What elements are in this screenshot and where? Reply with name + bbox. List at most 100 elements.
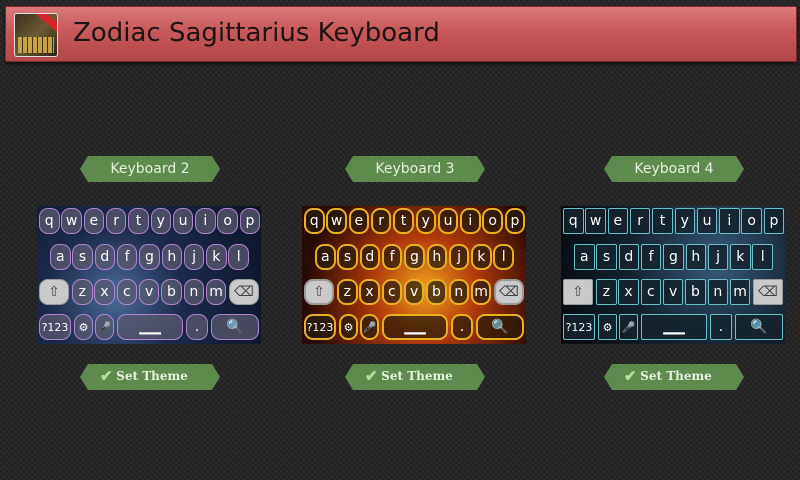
set-theme-button[interactable]: ✔ Set Theme [604,364,744,390]
key-n: n [707,279,728,305]
key-p: p [239,208,261,234]
set-theme-label: Set Theme [640,369,712,383]
keyboard-4-label: Keyboard 4 [604,156,744,182]
key-s: s [72,244,93,270]
backspace-key-icon: ⌫ [494,279,524,305]
key-c: c [116,279,138,305]
space-key: ▁▁ [382,314,448,340]
key-x: x [618,279,639,305]
keyboard-3-preview[interactable]: q w e r t y u i o p a s d f g h j k l ⇧ z x c v b n m ⌫ ?123 ⚙ 🎤 ▁▁. 🔍 [302,206,526,344]
key-i: i [195,208,216,234]
key-g: g [139,244,160,270]
set-theme-label: Set Theme [381,369,453,383]
key-a: a [574,244,595,270]
period-key: . [186,314,208,340]
search-key-icon: 🔍 [211,314,259,340]
key-n: n [183,279,204,305]
key-d: d [618,244,640,270]
key-x: x [94,279,115,305]
shift-key-icon: ⇧ [563,279,593,305]
keyboard-2-preview[interactable]: q w e r t y u i o p a s d f g h j k l ⇧ z x c v b n m ⌫ ?123 ⚙ 🎤 ▁▁. 🔍 [37,206,261,344]
key-h: h [426,244,447,270]
key-m: m [470,279,492,305]
backspace-key-icon: ⌫ [753,279,783,305]
key-b: b [685,279,706,305]
key-j: j [183,244,205,270]
key-v: v [403,279,425,305]
key-k: k [730,244,751,270]
key-v: v [662,279,684,305]
key-w: w [61,208,82,234]
key-f: f [116,244,138,270]
key-z: z [596,279,617,305]
key-t: t [128,208,149,234]
space-key: ▁▁ [641,314,707,340]
key-e: e [83,208,105,234]
set-theme-button[interactable]: ✔ Set Theme [80,364,220,390]
key-u: u [172,208,194,234]
key-k: k [206,244,227,270]
key-p: p [504,208,526,234]
key-o: o [741,208,762,234]
set-theme-label: Set Theme [116,369,188,383]
key-t: t [652,208,673,234]
key-i: i [460,208,481,234]
key-l: l [228,244,249,270]
shift-key-icon: ⇧ [39,279,69,305]
app-icon [14,13,58,57]
key-g: g [663,244,684,270]
key-s: s [337,244,358,270]
mic-key-icon: 🎤 [360,314,379,340]
key-l: l [752,244,773,270]
key-g: g [404,244,425,270]
key-o: o [482,208,503,234]
keyboard-3-label: Keyboard 3 [345,156,485,182]
keyboard-2-label: Keyboard 2 [80,156,220,182]
key-q: q [39,208,60,234]
key-z: z [72,279,93,305]
app-title: Zodiac Sagittarius Keyboard [73,18,440,48]
key-l: l [493,244,514,270]
key-d: d [94,244,116,270]
numbers-key: ?123 [39,314,71,340]
key-o: o [217,208,238,234]
key-m: m [205,279,227,305]
key-r: r [105,208,127,234]
key-k: k [471,244,492,270]
key-f: f [381,244,403,270]
numbers-key: ?123 [563,314,595,340]
set-theme-button[interactable]: ✔ Set Theme [345,364,485,390]
key-z: z [337,279,358,305]
key-q: q [563,208,584,234]
key-a: a [50,244,71,270]
key-f: f [640,244,662,270]
key-p: p [763,208,785,234]
key-e: e [348,208,370,234]
search-key-icon: 🔍 [476,314,524,340]
key-w: w [326,208,347,234]
settings-key-icon: ⚙ [598,314,617,340]
key-v: v [138,279,160,305]
key-y: y [674,208,695,234]
title-bar: Zodiac Sagittarius Keyboard [5,6,797,62]
key-x: x [359,279,380,305]
keyboard-4-preview[interactable]: q w e r t y u i o p a s d f g h j k l ⇧ z x c v b n m ⌫ ?123 ⚙ 🎤 ▁▁. 🔍 [561,206,785,344]
numbers-key: ?123 [304,314,336,340]
key-q: q [304,208,325,234]
mic-key-icon: 🎤 [95,314,114,340]
key-u: u [437,208,459,234]
key-t: t [393,208,414,234]
space-key: ▁▁ [117,314,183,340]
key-e: e [607,208,629,234]
backspace-key-icon: ⌫ [229,279,259,305]
period-key: . [710,314,732,340]
key-d: d [359,244,381,270]
key-b: b [426,279,447,305]
key-s: s [596,244,617,270]
key-j: j [707,244,729,270]
key-w: w [585,208,606,234]
key-b: b [161,279,182,305]
key-a: a [315,244,336,270]
key-j: j [448,244,470,270]
key-u: u [696,208,718,234]
